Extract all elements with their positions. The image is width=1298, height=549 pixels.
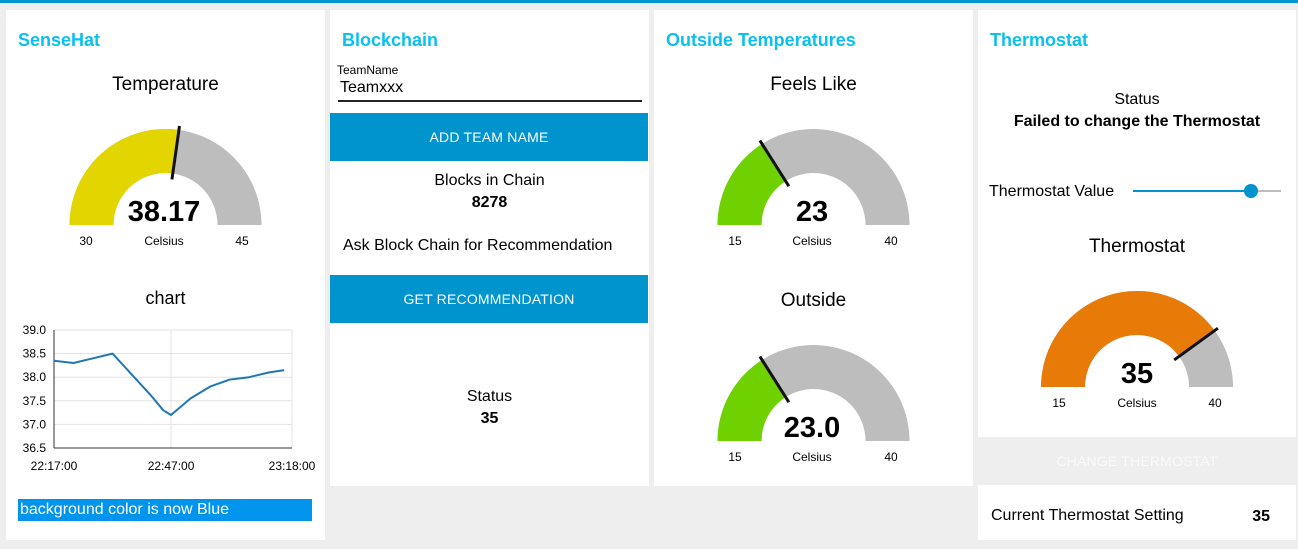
gauge-title-thermostat: Thermostat — [1088, 236, 1186, 257]
blockchain-card: Blockchain TeamName ADD TEAM NAME Blocks… — [330, 10, 649, 486]
x-tick-label: 22:47:00 — [148, 459, 195, 473]
blocks-in-chain-value: 8278 — [471, 194, 508, 211]
slider-fill — [1133, 190, 1252, 192]
thermostat-slider-label: Thermostat Value — [989, 183, 1115, 200]
thermostat-status-label: Status — [1114, 91, 1160, 108]
gauge-max: 40 — [884, 450, 898, 464]
add-team-name-button[interactable]: ADD TEAM NAME — [330, 113, 648, 161]
outside-card: Outside Temperatures Feels Like 23 Celsi… — [654, 10, 973, 486]
gauge-value-feels-like: 23 — [795, 196, 829, 228]
gauge-max: 40 — [884, 234, 898, 248]
group-title-outside: Outside Temperatures — [666, 30, 856, 50]
team-name-label: TeamName — [337, 63, 399, 77]
y-tick-label: 39.0 — [23, 323, 47, 337]
gauge-value-outside: 23.0 — [783, 412, 841, 444]
gauge-title-temperature: Temperature — [112, 74, 219, 95]
y-tick-label: 37.0 — [23, 417, 47, 431]
blockchain-status-label: Status — [466, 388, 513, 405]
group-title-blockchain: Blockchain — [342, 30, 439, 50]
ask-recommendation-label: Ask Block Chain for Recommendation — [343, 237, 613, 254]
blockchain-status-value: 35 — [480, 410, 499, 427]
gauge-value-temperature: 38.17 — [127, 196, 201, 228]
slider-thumb[interactable] — [1244, 184, 1259, 198]
x-tick-label: 23:18:00 — [269, 459, 316, 473]
gauge-min: 15 — [728, 234, 742, 248]
chart-title: chart — [145, 288, 186, 308]
sensehat-card: SenseHat Temperature 38.17 Celsius 30 45… — [6, 10, 325, 540]
gauge-thermostat — [1041, 291, 1233, 387]
y-tick-label: 38.5 — [23, 347, 47, 361]
y-tick-label: 38.0 — [23, 370, 47, 384]
line-chart: 39.0 38.5 38.0 37.5 37.0 36.5 22:17:00 22:47:00… — [23, 323, 316, 473]
get-recommendation-button[interactable]: GET RECOMMENDATION — [330, 275, 648, 323]
y-tick-label: 36.5 — [23, 441, 47, 455]
current-setting-label: Current Thermostat Setting — [991, 507, 1184, 524]
gauge-units: Celsius — [792, 234, 832, 248]
thermostat-card: Thermostat Status Failed to change the T… — [978, 10, 1296, 540]
x-tick-label: 22:17:00 — [31, 459, 78, 473]
thermostat-slider[interactable] — [1133, 180, 1281, 202]
team-name-input[interactable] — [338, 76, 642, 102]
gauge-min: 15 — [728, 450, 742, 464]
series-line — [53, 352, 285, 416]
top-accent-bar — [0, 0, 1298, 3]
change-thermostat-button[interactable]: CHANGE THERMOSTAT — [978, 437, 1296, 485]
gauge-units: Celsius — [792, 450, 832, 464]
gauge-title-outside: Outside — [780, 290, 847, 311]
thermostat-status-value: Failed to change the Thermostat — [1013, 113, 1261, 130]
gauge-outside — [717, 345, 910, 441]
gauge-value-thermostat: 35 — [1120, 358, 1154, 390]
gauge-units: Celsius — [1117, 396, 1157, 410]
current-setting-value: 35 — [1252, 508, 1270, 525]
gauge-max: 40 — [1208, 396, 1222, 410]
gauge-feels-like — [717, 129, 910, 225]
gauge-min: 15 — [1052, 396, 1066, 410]
blocks-in-chain-label: Blocks in Chain — [434, 172, 545, 189]
gauge-max: 45 — [235, 234, 249, 248]
gauge-temperature — [69, 125, 262, 225]
gauge-units: Celsius — [144, 234, 184, 248]
status-toast: background color is now Blue — [18, 499, 312, 521]
group-title-thermostat: Thermostat — [990, 30, 1089, 50]
gauge-min: 30 — [79, 234, 93, 248]
gauge-title-feels-like: Feels Like — [770, 74, 857, 95]
group-title-sensehat: SenseHat — [18, 30, 101, 50]
y-tick-label: 37.5 — [23, 394, 47, 408]
